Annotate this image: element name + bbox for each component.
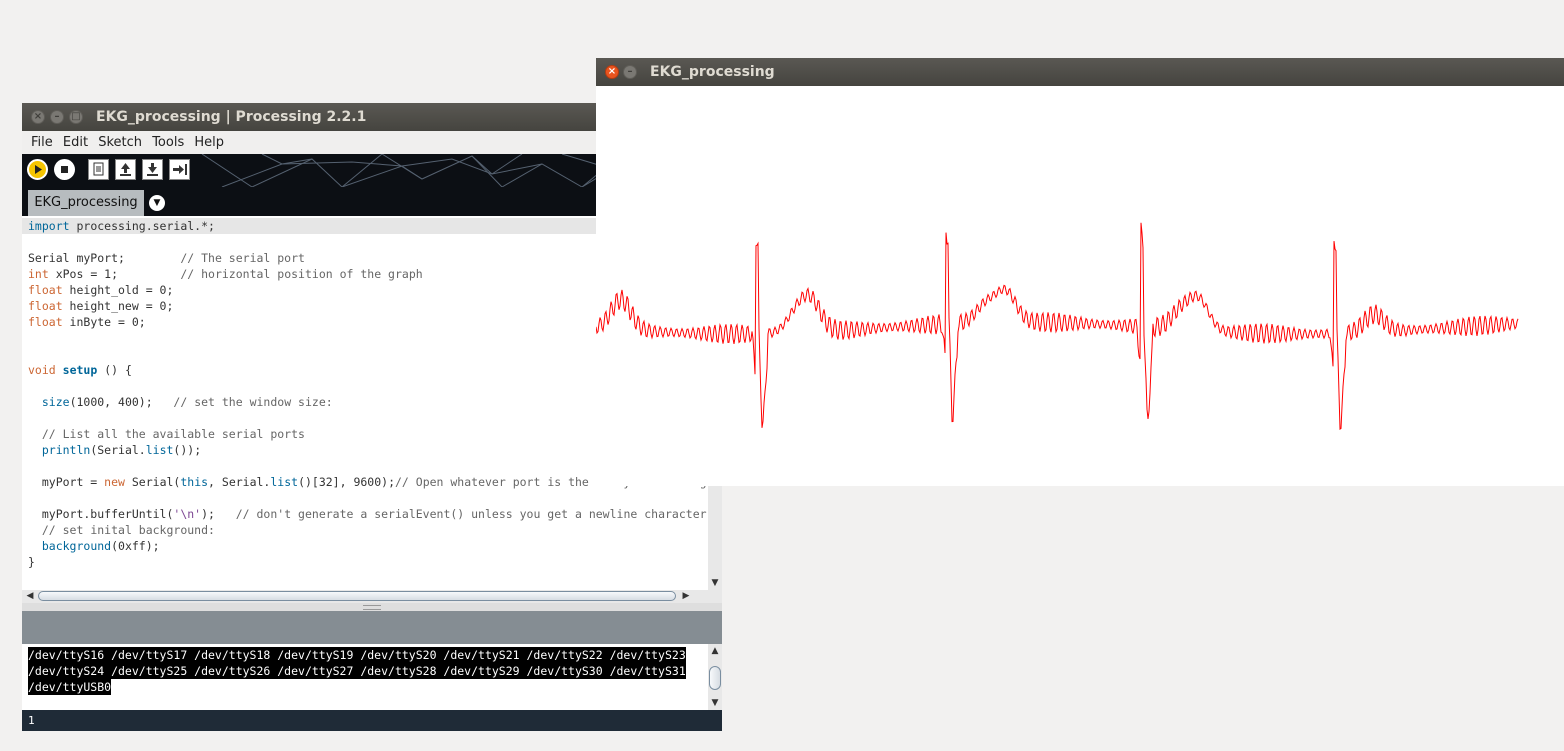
- menu-file[interactable]: File: [28, 131, 56, 154]
- code-line: println(Serial.list());: [41, 443, 202, 457]
- code-line: background(0xff);: [41, 539, 160, 553]
- horizontal-scroll-thumb[interactable]: [38, 591, 676, 601]
- arrow-down-icon: [147, 163, 158, 176]
- splitter-handle[interactable]: [22, 603, 722, 611]
- code-line: Serial myPort; // The serial port: [28, 251, 305, 265]
- console-scroll-thumb[interactable]: [709, 666, 721, 690]
- code-line: int xPos = 1; // horizontal position of …: [28, 267, 423, 281]
- ide-title: EKG_processing | Processing 2.2.1: [96, 109, 367, 125]
- scroll-left-icon[interactable]: ◀: [24, 591, 36, 601]
- code-line: import processing.serial.*;: [28, 219, 215, 233]
- scroll-down-icon[interactable]: ▼: [709, 578, 721, 588]
- code-line: // set inital background:: [41, 523, 215, 537]
- export-button[interactable]: [169, 159, 190, 180]
- code-line: myPort.bufferUntil('\n'); // don't gener…: [28, 507, 708, 521]
- code-line: }: [28, 555, 35, 569]
- code-line: // List all the available serial ports: [41, 427, 305, 441]
- line-number: 1: [28, 714, 35, 727]
- ekg-trace: [595, 222, 1519, 430]
- console-line: /dev/ttyUSB0: [28, 679, 112, 695]
- console-scrollbar[interactable]: ▲ ▼: [708, 644, 722, 710]
- arrow-up-icon: [120, 163, 131, 176]
- code-line: float height_new = 0;: [28, 299, 174, 313]
- new-file-icon: [93, 162, 104, 176]
- sketch-canvas[interactable]: [595, 86, 1564, 486]
- play-icon: [35, 165, 42, 174]
- save-button[interactable]: [142, 159, 163, 180]
- open-button[interactable]: [115, 159, 136, 180]
- sketch-title: EKG_processing: [650, 64, 775, 80]
- menu-tools[interactable]: Tools: [149, 131, 187, 154]
- code-line: size(1000, 400); // set the window size:: [41, 395, 333, 409]
- ekg-graph: [595, 222, 1519, 430]
- scroll-right-icon[interactable]: ▶: [680, 591, 692, 601]
- grip-icon: [363, 605, 381, 610]
- stop-icon: [61, 166, 68, 173]
- menu-sketch[interactable]: Sketch: [95, 131, 145, 154]
- close-icon[interactable]: ×: [605, 65, 619, 79]
- tab-menu-button[interactable]: ▼: [149, 195, 165, 211]
- line-number-bar: 1: [22, 710, 722, 731]
- export-icon: [173, 164, 187, 175]
- stop-button[interactable]: [54, 159, 75, 180]
- minimize-icon[interactable]: –: [50, 110, 64, 124]
- console-line: /dev/ttyS24 /dev/ttyS25 /dev/ttyS26 /dev…: [28, 663, 686, 679]
- maximize-icon[interactable]: □: [69, 110, 83, 124]
- minimize-icon[interactable]: –: [623, 65, 637, 79]
- scroll-up-icon[interactable]: ▲: [709, 646, 721, 656]
- code-line: float inByte = 0;: [28, 315, 146, 329]
- menu-help[interactable]: Help: [191, 131, 227, 154]
- sketch-titlebar[interactable]: × – EKG_processing: [596, 58, 1564, 86]
- message-area: [22, 611, 722, 644]
- chevron-down-icon: ▼: [153, 198, 161, 208]
- code-line: float height_old = 0;: [28, 283, 174, 297]
- sketch-window: × – EKG_processing: [595, 58, 1564, 486]
- console-output[interactable]: /dev/ttyS16 /dev/ttyS17 /dev/ttyS18 /dev…: [22, 644, 708, 710]
- run-button[interactable]: [27, 159, 48, 180]
- editor-horizontal-scrollbar[interactable]: ◀ ▶: [22, 590, 722, 603]
- scroll-down-icon[interactable]: ▼: [709, 698, 721, 708]
- editor-vertical-scrollbar[interactable]: ▼: [708, 484, 722, 590]
- tab-ekg-processing[interactable]: EKG_processing: [28, 190, 144, 216]
- new-button[interactable]: [88, 159, 109, 180]
- close-icon[interactable]: ×: [31, 110, 45, 124]
- menu-edit[interactable]: Edit: [60, 131, 91, 154]
- console-line: /dev/ttyS16 /dev/ttyS17 /dev/ttyS18 /dev…: [28, 647, 686, 663]
- code-line: void setup () {: [28, 363, 132, 377]
